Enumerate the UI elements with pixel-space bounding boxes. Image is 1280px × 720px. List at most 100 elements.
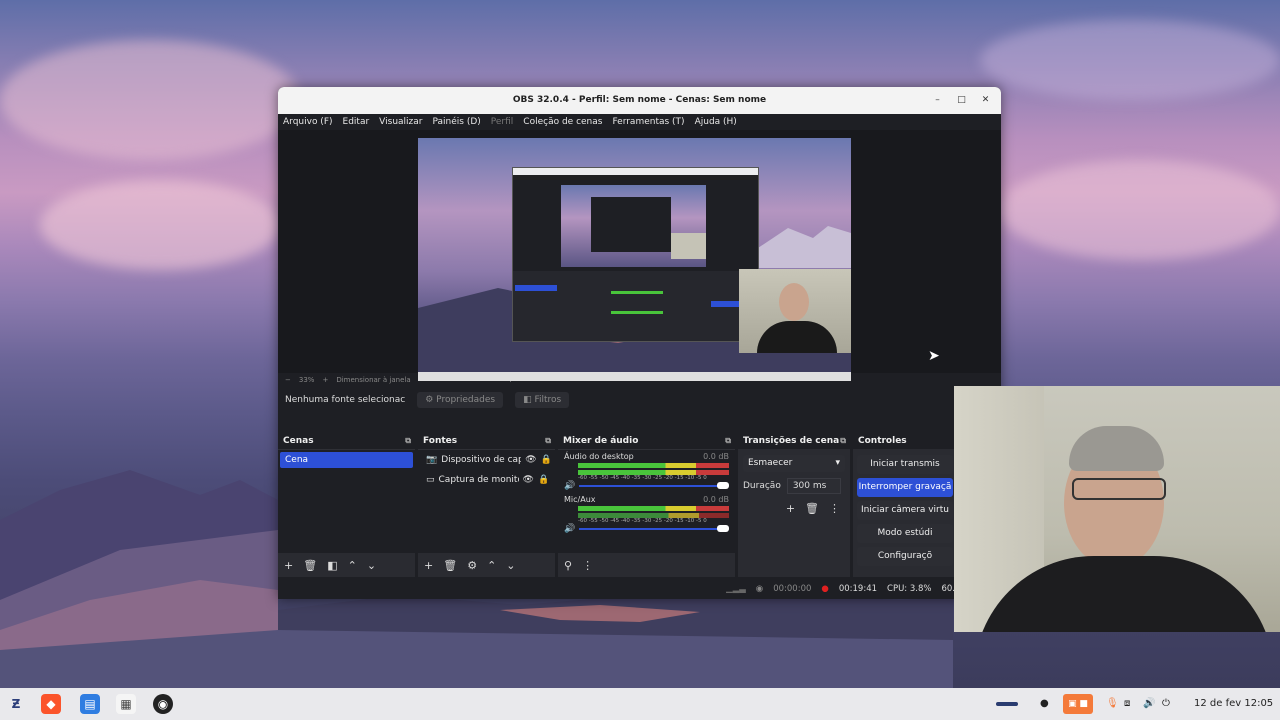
scene-item[interactable]: Cena [280,452,413,468]
volume-meter [578,463,729,468]
monitor-icon: ▭ [426,475,435,485]
volume-icon[interactable]: 🔊 [1143,688,1155,720]
zoom-out-button[interactable]: − [285,376,291,384]
title-bar: OBS 32.0.4 - Perfil: Sem nome - Cenas: S… [278,87,1001,114]
close-button[interactable]: ✕ [978,93,993,108]
move-up-icon[interactable]: ⌃ [348,559,357,572]
menu-arquivo[interactable]: Arquivo (F) [283,117,333,127]
speaker-icon[interactable]: 🔊 [564,481,575,491]
trash-icon[interactable]: 🗑 [303,559,317,572]
move-down-icon[interactable]: ⌄ [367,559,376,572]
transition-value: Esmaecer [748,458,793,468]
menu-editar[interactable]: Editar [343,117,370,127]
filter-icon: ◧ [523,395,532,405]
transitions-header: Transições de cena ⧉ [738,433,850,449]
eye-icon[interactable]: 👁 [523,475,534,485]
clock[interactable]: 12 de fev 12:05 [1194,688,1273,720]
undock-icon[interactable]: ⧉ [545,433,551,449]
trash-icon[interactable]: 🗑 [805,502,819,515]
speaker-icon[interactable]: 🔊 [564,524,575,534]
virtual-camera-button[interactable]: Iniciar câmera virtu [857,501,953,520]
studio-mode-button[interactable]: Modo estúdi [857,524,953,543]
gear-icon[interactable]: ⚙ [467,559,477,572]
mixer-dock: Mixer de áudio ⧉ Áudio do desktop 0.0 dB -… [558,433,735,577]
link-icon[interactable]: ⚲ [564,559,572,572]
glasses [1072,478,1166,500]
undock-icon[interactable]: ⧉ [840,433,846,449]
channel-db: 0.0 dB [703,452,729,461]
undock-icon[interactable]: ⧉ [725,433,731,449]
more-icon[interactable]: ⋮ [829,502,840,515]
menu-perfil[interactable]: Perfil [491,117,514,127]
properties-button[interactable]: ⚙ Propriedades [417,392,504,408]
obs-icon[interactable]: ◉ [153,694,173,714]
program-preview[interactable] [418,138,851,381]
controls-dock: Controles Iniciar transmis Interromper g… [853,433,957,577]
menu-colecao[interactable]: Coleção de cenas [523,117,602,127]
volume-slider[interactable] [579,525,729,533]
brave-browser-icon[interactable]: ◆ [41,694,61,714]
sources-title: Fontes [423,436,458,446]
mouse-cursor-icon: ➤ [928,348,940,364]
move-down-icon[interactable]: ⌄ [506,559,515,572]
channel-name: Áudio do desktop [564,452,634,461]
undock-icon[interactable]: ⧉ [405,433,411,449]
add-icon[interactable]: + [284,559,293,572]
cpu-usage: CPU: 3.8% [887,584,932,594]
stop-recording-button[interactable]: Interromper gravaçã [857,478,953,497]
signal-icon: ▁▂▃ [726,584,746,594]
channel-db: 0.0 dB [703,495,729,504]
volume-slider[interactable] [579,482,729,490]
record-icon: ● [821,584,829,594]
controls-header: Controles [853,433,957,449]
zorin-menu-icon[interactable]: Ƶ [6,694,26,714]
sources-list: 📷 Dispositivo de capt 👁 🔒 ▭ Captura de m… [418,449,555,553]
move-up-icon[interactable]: ⌃ [487,559,496,572]
software-store-icon[interactable]: ▦ [116,694,136,714]
files-icon[interactable]: ▤ [80,694,100,714]
network-icon[interactable]: ⧈ [1124,688,1130,720]
settings-button[interactable]: Configuraçõ [857,547,953,566]
meter-ticks: -60 -55 -50 -45 -40 -35 -30 -25 -20 -15 … [578,475,707,481]
window-title: OBS 32.0.4 - Perfil: Sem nome - Cenas: S… [512,95,767,105]
transition-select[interactable]: Esmaecer ▾ [743,455,845,472]
add-icon[interactable]: + [424,559,433,572]
menu-visualizar[interactable]: Visualizar [379,117,422,127]
obs-tray-icon[interactable]: ● [1040,688,1049,720]
zoom-in-button[interactable]: + [322,376,328,384]
screencast-icon[interactable]: ▣ ■ [1063,694,1093,714]
more-icon[interactable]: ⋮ [582,559,593,572]
start-streaming-button[interactable]: Iniciar transmis [857,455,953,474]
microphone-icon[interactable]: 🎙 [1106,688,1119,720]
source-item[interactable]: 📷 Dispositivo de capt 👁 🔒 [418,450,555,470]
docks: Cenas ⧉ Cena + 🗑 ◧ ⌃ ⌄ Fontes ⧉ 📷 Disposit… [278,433,1001,577]
minimize-button[interactable]: – [930,93,945,108]
power-icon[interactable]: ⏻ [1162,688,1170,720]
eye-icon[interactable]: 👁 [525,455,536,465]
lock-icon[interactable]: 🔒 [541,455,552,465]
duration-input[interactable]: 300 ms [786,478,841,494]
menu-ajuda[interactable]: Ajuda (H) [695,117,737,127]
source-item[interactable]: ▭ Captura de monito 👁 🔒 [418,470,555,490]
cloud [0,40,300,160]
maximize-button[interactable]: □ [954,93,969,108]
camera-icon: 📷 [426,455,438,465]
filters-label: Filtros [534,395,562,405]
menu-ferramentas[interactable]: Ferramentas (T) [612,117,684,127]
zoom-mode[interactable]: Dimensionar à janela [336,376,410,384]
cloud [1000,160,1280,260]
sources-footer: + 🗑 ⚙ ⌃ ⌄ [418,553,555,577]
transitions-title: Transições de cena [743,436,840,446]
filters-button[interactable]: ◧ Filtros [515,392,570,408]
add-icon[interactable]: + [786,502,795,515]
trash-icon[interactable]: 🗑 [443,559,457,572]
menu-paineis[interactable]: Painéis (D) [432,117,480,127]
filter-icon[interactable]: ◧ [327,559,337,572]
webcam-preview-small [739,269,851,353]
preview-taskbar [418,372,851,381]
scenes-title: Cenas [283,436,314,446]
scenes-dock: Cenas ⧉ Cena + 🗑 ◧ ⌃ ⌄ [278,433,415,577]
lock-icon[interactable]: 🔒 [538,475,549,485]
workspace-indicator[interactable] [996,702,1018,706]
duration-label: Duração [743,481,781,491]
